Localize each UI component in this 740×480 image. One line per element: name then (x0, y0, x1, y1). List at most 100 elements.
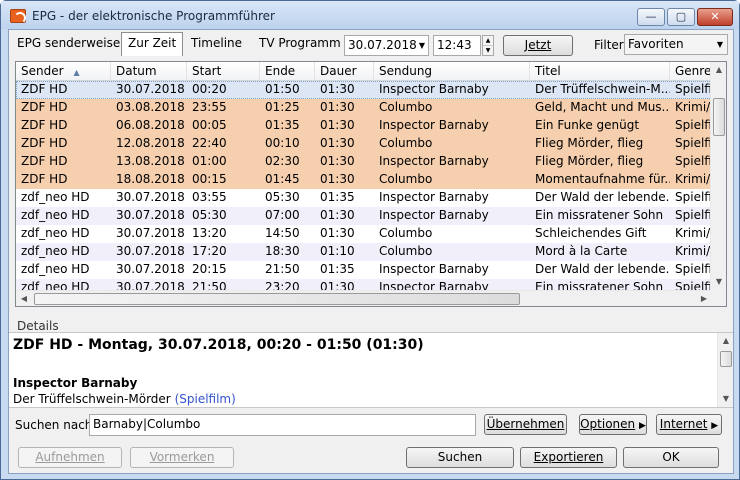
cell-genre: Spielfilm (675, 262, 712, 276)
search-button[interactable]: Suchen (406, 447, 514, 468)
scroll-down-icon[interactable]: ▼ (718, 391, 734, 407)
program-table[interactable]: Sender ▲ Datum Start Ende Dauer Sendung T… (15, 61, 727, 307)
cell-sender: ZDF HD (21, 154, 68, 168)
close-button[interactable]: ✕ (697, 8, 733, 26)
record-button[interactable]: Aufnehmen (18, 447, 122, 468)
apply-button-label: Übernehmen (486, 417, 565, 431)
cell-start: 03:55 (192, 190, 227, 204)
chevron-down-icon[interactable]: ▼ (717, 35, 723, 54)
details-scroll-thumb[interactable] (720, 351, 732, 367)
table-row[interactable]: ZDF HD 06.08.2018 00:05 01:35 01:30 Inspector… (16, 117, 712, 135)
scroll-up-icon[interactable]: ▲ (718, 333, 734, 349)
table-row[interactable]: zdf_neo HD 30.07.2018 03:55 05:30 01:35 Inspe… (16, 189, 712, 207)
cell-dauer: 01:30 (320, 208, 355, 222)
scroll-down-icon[interactable]: ▼ (711, 274, 726, 290)
schedule-button[interactable]: Vormerken (130, 447, 234, 468)
details-panel: ZDF HD - Montag, 30.07.2018, 00:20 - 01:… (9, 332, 733, 408)
chevron-down-icon[interactable]: ▼ (419, 36, 425, 55)
cell-start: 05:30 (192, 208, 227, 222)
cell-start: 00:05 (192, 118, 227, 132)
table-horizontal-scrollbar[interactable]: ◀ ▶ (16, 290, 712, 306)
cell-dauer: 01:30 (320, 226, 355, 240)
export-button[interactable]: Exportieren (520, 447, 617, 468)
col-header-dauer[interactable]: Dauer (315, 62, 374, 81)
col-header-genre[interactable]: Genre (670, 62, 712, 81)
cell-genre: Spielfilm (675, 118, 712, 132)
cell-genre: Spielfilm (675, 190, 712, 204)
cell-datum: 30.07.2018 (116, 226, 185, 240)
filter-select[interactable]: Favoriten ▼ (624, 34, 728, 55)
details-genre: (Spielfilm) (174, 392, 236, 406)
cell-titel: Flieg Mörder, flieg (535, 154, 644, 168)
horizontal-scroll-thumb[interactable] (34, 293, 520, 305)
col-header-datum[interactable]: Datum (111, 62, 187, 81)
tab-tv-programm[interactable]: TV Programm (253, 33, 347, 55)
scroll-up-icon[interactable]: ▲ (711, 62, 726, 78)
cell-titel: Mord à la Carte (535, 244, 628, 258)
cell-sender: zdf_neo HD (21, 190, 90, 204)
rss-app-icon (10, 9, 26, 24)
details-scrollbar[interactable]: ▲ ▼ (717, 333, 733, 407)
now-button[interactable]: Jetzt (503, 35, 573, 56)
search-input[interactable]: Barnaby|Columbo (89, 414, 476, 436)
cell-start: 00:15 (192, 172, 227, 186)
table-row[interactable]: ZDF HD 13.08.2018 01:00 02:30 01:30 Inspector… (16, 153, 712, 171)
ok-button[interactable]: OK (623, 447, 719, 468)
cell-ende: 02:30 (265, 154, 300, 168)
search-label: Suchen nach: (15, 418, 97, 432)
cell-datum: 18.08.2018 (116, 172, 185, 186)
minimize-button[interactable]: — (637, 8, 665, 26)
cell-start: 01:00 (192, 154, 227, 168)
table-row[interactable]: ZDF HD 18.08.2018 00:15 01:45 01:30 Columbo Mo… (16, 171, 712, 189)
table-row[interactable]: ZDF HD 12.08.2018 22:40 00:10 01:30 Columbo Fl… (16, 135, 712, 153)
cell-titel: Der Wald der lebende... (535, 262, 670, 276)
cell-titel: Der Trüffelschwein-M... (535, 82, 670, 96)
internet-button[interactable]: Internet ▶ (656, 414, 722, 435)
sort-ascending-icon: ▲ (73, 68, 80, 77)
table-row[interactable]: zdf_neo HD 30.07.2018 05:30 07:00 01:30 Inspe… (16, 207, 712, 225)
cell-datum: 12.08.2018 (116, 136, 185, 150)
cell-dauer: 01:30 (320, 100, 355, 114)
scroll-left-icon[interactable]: ◀ (16, 291, 32, 306)
title-bar[interactable]: EPG - der elektronische Programmführer —… (1, 1, 739, 29)
cell-sender: ZDF HD (21, 118, 68, 132)
options-button[interactable]: Optionen ▶ (579, 414, 647, 435)
vertical-scroll-thumb[interactable] (713, 98, 725, 136)
spin-up-icon[interactable]: ▲ (483, 36, 493, 46)
time-spinner[interactable]: ▲ ▼ (482, 35, 494, 56)
table-row[interactable]: ZDF HD 03.08.2018 23:55 01:25 01:30 Columbo Ge… (16, 99, 712, 117)
table-row[interactable]: zdf_neo HD 30.07.2018 17:20 18:30 01:10 Colum… (16, 243, 712, 261)
table-row[interactable]: zdf_neo HD 30.07.2018 13:20 14:50 01:30 Colum… (16, 225, 712, 243)
col-header-titel[interactable]: Titel (530, 62, 670, 81)
col-header-ende[interactable]: Ende (260, 62, 315, 81)
col-header-start[interactable]: Start (187, 62, 260, 81)
cell-start: 13:20 (192, 226, 227, 240)
cell-sender: ZDF HD (21, 172, 68, 186)
cell-genre: Spielfilm (675, 136, 712, 150)
cell-sendung: Inspector Barnaby (379, 208, 489, 222)
table-row[interactable]: zdf_neo HD 30.07.2018 20:15 21:50 01:35 Inspe… (16, 261, 712, 279)
cell-genre: Krimi/Thriller (675, 172, 712, 186)
maximize-button[interactable]: ▢ (667, 8, 695, 26)
spin-down-icon[interactable]: ▼ (483, 46, 493, 55)
cell-ende: 21:50 (265, 262, 300, 276)
table-vertical-scrollbar[interactable]: ▲ ▼ (710, 62, 726, 290)
arrow-right-icon: ▶ (711, 421, 719, 431)
col-header-sendung[interactable]: Sendung (374, 62, 530, 81)
cell-dauer: 01:10 (320, 244, 355, 258)
date-picker[interactable]: 30.07.2018 ▼ (344, 35, 429, 56)
cell-datum: 06.08.2018 (116, 118, 185, 132)
scroll-corner (710, 290, 726, 306)
cell-sender: ZDF HD (21, 82, 68, 96)
cell-dauer: 01:35 (320, 262, 355, 276)
tab-epg-senderweise[interactable]: EPG senderweise (11, 33, 126, 55)
tab-timeline[interactable]: Timeline (185, 33, 248, 55)
time-field[interactable]: 12:43 (433, 35, 481, 56)
cell-titel: Schleichendes Gift (535, 226, 647, 240)
col-header-sender[interactable]: Sender ▲ (16, 62, 111, 81)
cell-titel: Flieg Mörder, flieg (535, 136, 644, 150)
apply-button[interactable]: Übernehmen (484, 414, 567, 435)
table-row[interactable]: ZDF HD 30.07.2018 00:20 01:50 01:30 Inspector… (16, 81, 712, 99)
tab-zur-zeit[interactable]: Zur Zeit (121, 32, 184, 56)
cell-dauer: 01:35 (320, 190, 355, 204)
